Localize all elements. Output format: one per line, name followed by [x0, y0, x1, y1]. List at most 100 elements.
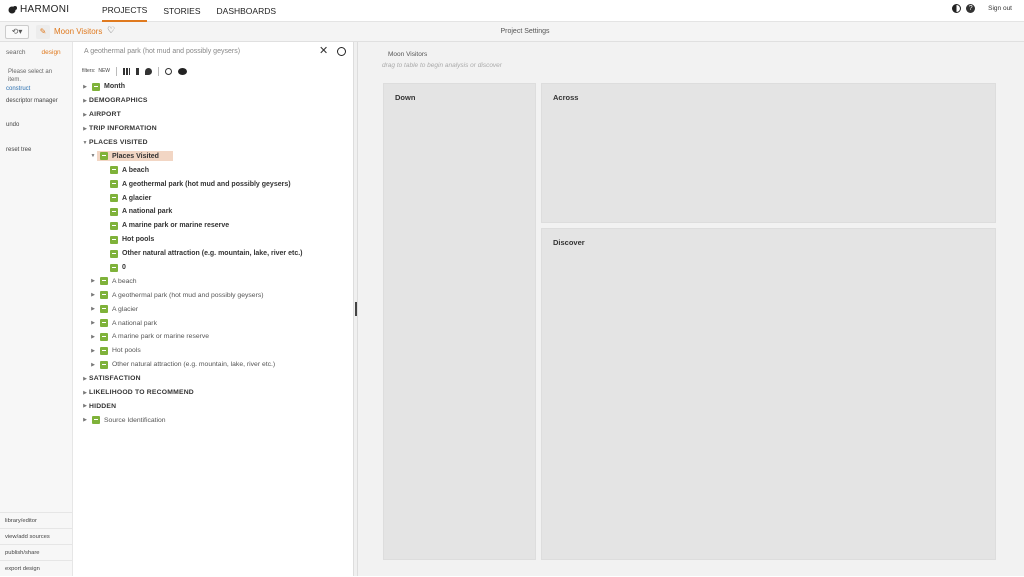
tree-item-content[interactable]: A glacier: [97, 305, 138, 314]
tree-item-row[interactable]: ▶ Other natural attraction (e.g. mountain…: [81, 358, 353, 372]
collapsed-caret-icon[interactable]: ▶: [89, 292, 97, 298]
list-filter-icon[interactable]: [136, 67, 140, 75]
sign-out-link[interactable]: Sign out: [988, 5, 1012, 12]
collapsed-caret-icon[interactable]: ▶: [81, 126, 89, 132]
collapsed-caret-icon[interactable]: ▶: [81, 98, 89, 104]
search-icon[interactable]: [337, 47, 346, 56]
collapsed-caret-icon[interactable]: ▶: [89, 334, 97, 340]
tree-item-row[interactable]: A national park: [81, 205, 353, 219]
edit-project-button[interactable]: ✎: [36, 25, 50, 39]
tree-item-content[interactable]: Month: [89, 82, 125, 91]
tree-item-content[interactable]: LIKELIHOOD TO RECOMMEND: [89, 389, 194, 396]
collapsed-caret-icon[interactable]: ▶: [81, 376, 89, 382]
collapsed-caret-icon[interactable]: ▶: [89, 278, 97, 284]
nav-stories[interactable]: STORIES: [163, 0, 200, 22]
tree-item-content[interactable]: A marine park or marine reserve: [97, 332, 209, 341]
splitter-grip-icon[interactable]: [355, 302, 357, 316]
construct-link[interactable]: construct: [0, 84, 72, 94]
tree-item-row[interactable]: ▶ A geothermal park (hot mud and possibly…: [81, 288, 353, 302]
tree-item-content[interactable]: AIRPORT: [89, 111, 121, 118]
tree-item-content[interactable]: A national park: [107, 207, 172, 216]
tree-item-content[interactable]: HIDDEN: [89, 403, 116, 410]
collapsed-caret-icon[interactable]: ▶: [81, 417, 89, 423]
tree-item-content[interactable]: 0: [107, 263, 126, 272]
theme-toggle-icon[interactable]: [952, 4, 962, 13]
nav-dashboards[interactable]: DASHBOARDS: [217, 0, 277, 22]
tree-item-row[interactable]: A geothermal park (hot mud and possibly …: [81, 177, 353, 191]
tree-item-content[interactable]: Other natural attraction (e.g. mountain,…: [97, 360, 275, 369]
collapsed-caret-icon[interactable]: ▶: [81, 112, 89, 118]
down-dropzone[interactable]: Down: [383, 83, 536, 560]
tree-item-row[interactable]: ▶ Source Identification: [81, 413, 353, 427]
collapsed-caret-icon[interactable]: ▶: [89, 362, 97, 368]
view-add-sources-link[interactable]: view/add sources: [0, 528, 73, 544]
tree-item-row[interactable]: ▶ A beach: [81, 274, 353, 288]
undo-link[interactable]: undo: [0, 120, 72, 130]
tree-item-row[interactable]: ▼ Places Visited: [81, 149, 353, 163]
tab-search[interactable]: search: [6, 49, 26, 56]
contrast-filter-icon[interactable]: [165, 67, 173, 75]
tree-item-row[interactable]: ▶ A national park: [81, 316, 353, 330]
tree-category-row[interactable]: ▶ SATISFACTION: [81, 372, 353, 386]
tree-item-content[interactable]: A glacier: [107, 194, 151, 203]
favorite-heart-icon[interactable]: ♡: [107, 25, 115, 36]
tree-item-content[interactable]: PLACES VISITED: [89, 139, 148, 146]
grid-filter-icon[interactable]: [123, 67, 131, 75]
tree-item-content[interactable]: Source Identification: [89, 416, 166, 425]
mask-filter-icon[interactable]: [178, 67, 188, 75]
collapsed-caret-icon[interactable]: ▶: [89, 348, 97, 354]
discover-dropzone[interactable]: Discover: [541, 228, 996, 560]
clear-search-icon[interactable]: ✕: [319, 44, 328, 57]
tree-item-content[interactable]: Other natural attraction (e.g. mountain,…: [107, 249, 303, 258]
tree-category-row[interactable]: ▼ PLACES VISITED: [81, 136, 353, 150]
tree-item-content[interactable]: Hot pools: [107, 235, 154, 244]
tree-item-content[interactable]: A beach: [107, 166, 149, 175]
tree-category-row[interactable]: ▶ DEMOGRAPHICS: [81, 94, 353, 108]
tree-category-row[interactable]: ▶ LIKELIHOOD TO RECOMMEND: [81, 386, 353, 400]
tree-item-content[interactable]: Places Visited: [97, 151, 173, 162]
tree-item-row[interactable]: ▶ Hot pools: [81, 344, 353, 358]
expanded-caret-icon[interactable]: ▼: [89, 153, 97, 159]
app-logo[interactable]: HARMONI: [8, 4, 69, 15]
tree-item-content[interactable]: A marine park or marine reserve: [107, 221, 229, 230]
filter-new[interactable]: NEW: [98, 68, 110, 74]
tree-item-content[interactable]: A beach: [97, 277, 137, 286]
tree-item-content[interactable]: A geothermal park (hot mud and possibly …: [97, 291, 264, 300]
tree-item-row[interactable]: ▶ A glacier: [81, 302, 353, 316]
tab-design[interactable]: design: [42, 49, 61, 56]
tree-item-content[interactable]: A geothermal park (hot mud and possibly …: [107, 180, 291, 189]
tree-item-content[interactable]: TRIP INFORMATION: [89, 125, 157, 132]
tree-item-row[interactable]: A beach: [81, 163, 353, 177]
tree-item-row[interactable]: Hot pools: [81, 233, 353, 247]
tree-item-row[interactable]: A marine park or marine reserve: [81, 219, 353, 233]
collapsed-caret-icon[interactable]: ▶: [89, 320, 97, 326]
tree-category-row[interactable]: ▶ HIDDEN: [81, 399, 353, 413]
publish-share-link[interactable]: publish/share: [0, 544, 73, 560]
collapsed-caret-icon[interactable]: ▶: [81, 84, 89, 90]
tree-item-content[interactable]: DEMOGRAPHICS: [89, 97, 148, 104]
help-icon[interactable]: ?: [966, 4, 976, 13]
tree-item-content[interactable]: A national park: [97, 319, 157, 328]
project-name[interactable]: Moon Visitors: [54, 27, 102, 36]
tree-item-row[interactable]: ▶ A marine park or marine reserve: [81, 330, 353, 344]
tree-item-row[interactable]: 0: [81, 261, 353, 275]
export-design-link[interactable]: export design: [0, 560, 73, 576]
collapsed-caret-icon[interactable]: ▶: [89, 306, 97, 312]
descriptor-manager-link[interactable]: descriptor manager: [0, 96, 72, 106]
tree-item-content[interactable]: Hot pools: [97, 346, 141, 355]
tree-search-input[interactable]: A geothermal park (hot mud and possibly …: [84, 48, 240, 55]
expanded-caret-icon[interactable]: ▼: [81, 140, 89, 146]
across-dropzone[interactable]: Across: [541, 83, 996, 223]
tree-item-row[interactable]: ▶ Month: [81, 80, 353, 94]
collapsed-caret-icon[interactable]: ▶: [81, 390, 89, 396]
reset-tree-link[interactable]: reset tree: [0, 145, 72, 155]
tree-category-row[interactable]: ▶ AIRPORT: [81, 108, 353, 122]
nav-projects[interactable]: PROJECTS: [102, 0, 148, 22]
tree-item-row[interactable]: A glacier: [81, 191, 353, 205]
tree-item-row[interactable]: Other natural attraction (e.g. mountain,…: [81, 247, 353, 261]
library-editor-link[interactable]: library/editor: [0, 512, 73, 528]
history-button[interactable]: ⟲▾: [5, 25, 29, 39]
tree-item-content[interactable]: SATISFACTION: [89, 375, 141, 382]
collapsed-caret-icon[interactable]: ▶: [81, 403, 89, 409]
tree-category-row[interactable]: ▶ TRIP INFORMATION: [81, 122, 353, 136]
